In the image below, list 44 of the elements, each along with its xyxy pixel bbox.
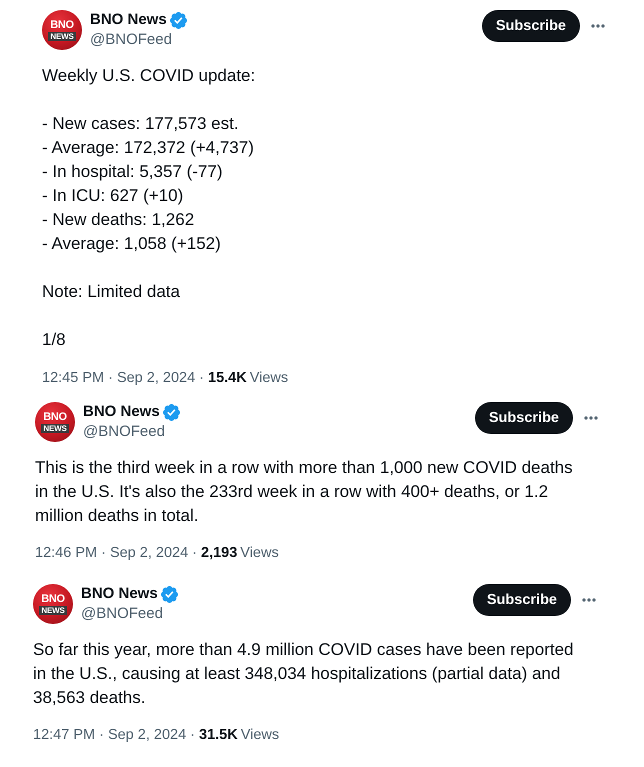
tweet-text: 1/8 [42, 329, 67, 351]
subscribe-button[interactable]: Subscribe [482, 10, 580, 42]
timestamp-link[interactable]: 12:45 PM · Sep 2, 2024 [42, 370, 196, 386]
views-label: Views [240, 727, 280, 743]
views-count: 31.5K [199, 727, 238, 743]
logo-avatar[interactable]: BNO NEWS [42, 10, 82, 50]
tweet-text: - New deaths: 1,262 [42, 209, 196, 231]
more-icon [584, 416, 598, 420]
author-handle[interactable]: @BNOFeed [90, 30, 172, 50]
views-count: 15.4K [208, 370, 247, 386]
timestamp-link[interactable]: 12:47 PM · Sep 2, 2024 [33, 727, 186, 743]
timestamp-link[interactable]: 12:46 PM · Sep 2, 2024 [35, 545, 188, 561]
tweet-text: - New cases: 177,573 est. [42, 113, 240, 135]
tweet-text: This is the third week in a row with more than 1,000 new COVID deaths in the U.S. It's also the 233rd week in a row with 400+ deaths, or 1.2 million deaths in total. [35, 457, 574, 527]
logo-avatar[interactable]: BNO NEWS [35, 402, 75, 442]
subscribe-button[interactable]: Subscribe [474, 402, 573, 434]
tweet-text: - Average: 172,372 (+4,737) [42, 137, 255, 159]
logo-text: BNO [43, 412, 67, 422]
logo-text: BNO [50, 20, 74, 30]
logo-band: NEWS [41, 424, 69, 432]
logo-band: NEWS [48, 32, 76, 40]
tweet-text: So far this year, more than 4.9 million COVID cases have been reported in the U.S., causing at least 348,034 hospitalizations (partial data) and 38,563 deaths. [33, 639, 574, 709]
views-label: Views [250, 370, 288, 386]
author-name[interactable]: BNO News [83, 402, 160, 422]
more-icon [582, 598, 596, 602]
views-label: Views [240, 545, 279, 561]
tweet-text: Note: Limited data [42, 281, 181, 303]
tweet-text: - In ICU: 627 (+10) [42, 185, 184, 207]
more-icon [591, 24, 605, 28]
tweet-text: - Average: 1,058 (+152) [42, 233, 222, 255]
views-count: 2,193 [201, 545, 238, 561]
logo-band: NEWS [39, 606, 67, 614]
separator-text: · [192, 545, 197, 561]
author-name[interactable]: BNO News [81, 584, 158, 604]
logo-avatar[interactable]: BNO NEWS [33, 584, 73, 624]
author-handle[interactable]: @BNOFeed [81, 604, 163, 624]
author-handle[interactable]: @BNOFeed [83, 422, 165, 442]
tweet-text: - In hospital: 5,357 (-77) [42, 161, 224, 183]
subscribe-button[interactable]: Subscribe [472, 584, 571, 616]
tweet-text: Weekly U.S. COVID update: [42, 65, 256, 87]
author-name[interactable]: BNO News [90, 10, 167, 30]
separator-text: · [190, 727, 195, 743]
separator-text: · [199, 370, 204, 386]
logo-text: BNO [41, 594, 65, 604]
